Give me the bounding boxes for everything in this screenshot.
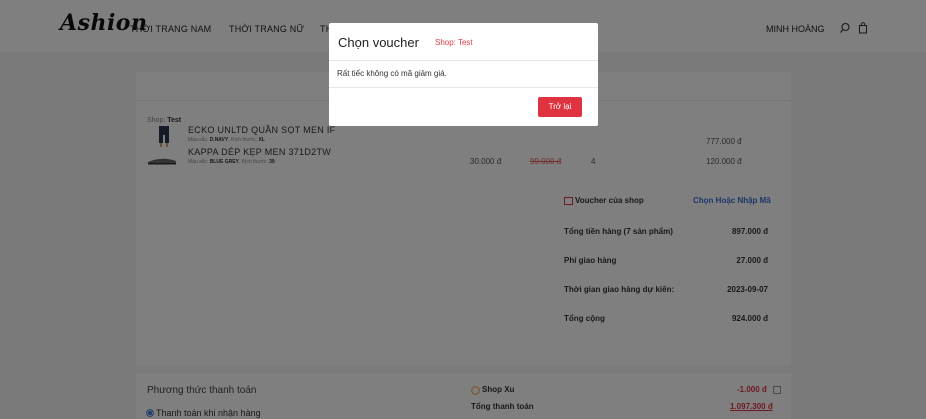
voucher-modal: Chọn voucher Shop: Test Rất tiếc không c… bbox=[329, 23, 598, 126]
modal-message: Rất tiếc không có mã giảm giá. bbox=[337, 69, 447, 78]
modal-divider bbox=[329, 60, 598, 61]
back-button[interactable]: Trở lại bbox=[538, 97, 582, 117]
modal-shop-name: Shop: Test bbox=[435, 38, 473, 47]
modal-divider bbox=[329, 87, 598, 88]
modal-title: Chọn voucher bbox=[338, 35, 419, 50]
